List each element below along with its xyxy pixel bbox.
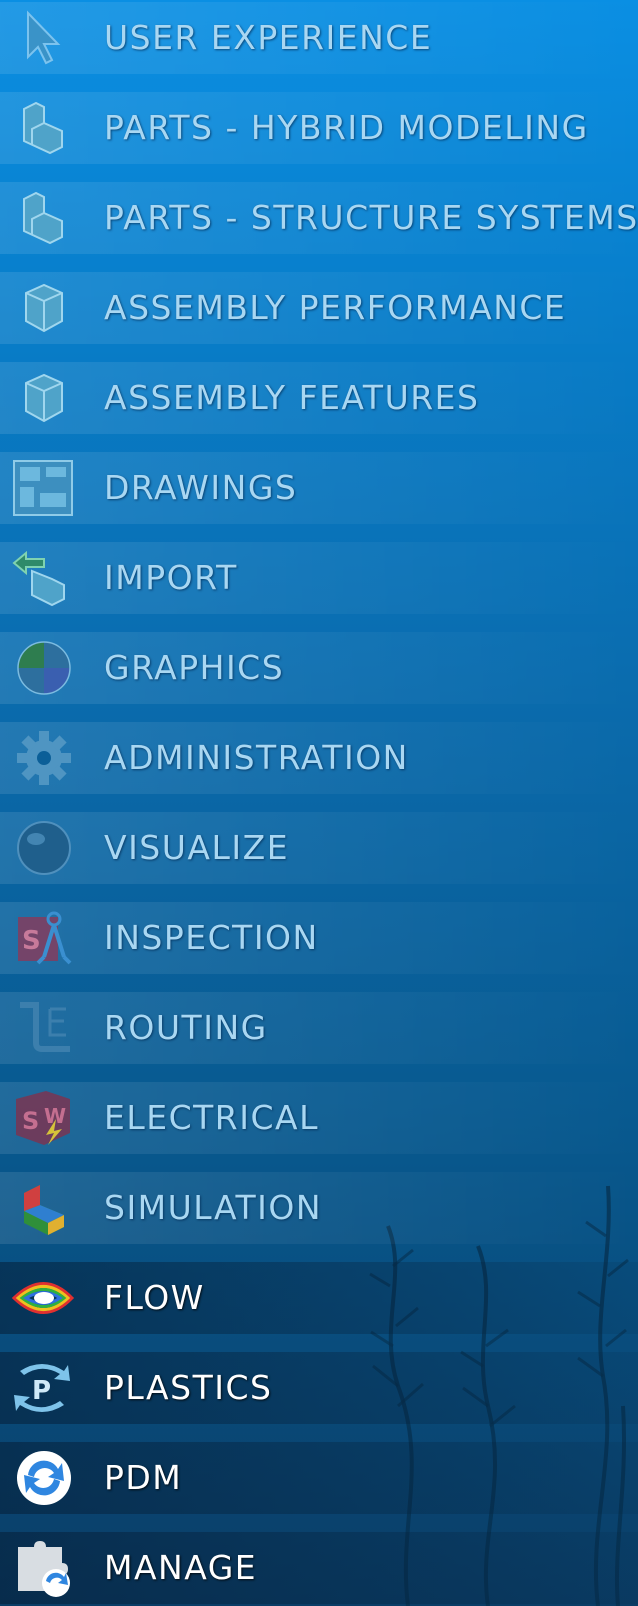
- menu-item-parts-hybrid-modeling[interactable]: PARTS - HYBRID MODELING: [0, 92, 638, 164]
- part-block-icon: [8, 190, 76, 246]
- visualize-sphere-icon: [8, 820, 76, 876]
- menu-item-electrical[interactable]: SW ELECTRICAL: [0, 1082, 638, 1154]
- routing-pipe-icon: [8, 1000, 76, 1056]
- import-arrow-icon: [8, 550, 76, 607]
- svg-text:S: S: [22, 926, 41, 956]
- cursor-arrow-icon: [8, 10, 76, 66]
- menu-item-label: FLOW: [104, 1278, 205, 1317]
- menu-item-label: SIMULATION: [104, 1188, 323, 1227]
- menu-item-plastics[interactable]: P PLASTICS: [0, 1352, 638, 1424]
- product-feature-menu: USER EXPERIENCE PARTS - HYBRID MODELING …: [0, 0, 638, 1606]
- menu-item-label: PDM: [104, 1458, 183, 1497]
- manage-puzzle-icon: [8, 1540, 76, 1597]
- menu-item-pdm[interactable]: PDM: [0, 1442, 638, 1514]
- menu-item-label: PARTS - STRUCTURE SYSTEMS: [104, 198, 638, 237]
- menu-item-label: DRAWINGS: [104, 468, 298, 507]
- menu-item-drawings[interactable]: DRAWINGS: [0, 452, 638, 524]
- menu-item-label: MANAGE: [104, 1548, 258, 1587]
- menu-item-inspection[interactable]: S INSPECTION: [0, 902, 638, 974]
- assembly-cube-icon: [8, 280, 76, 336]
- inspection-caliper-icon: S: [8, 910, 76, 966]
- menu-item-label: IMPORT: [104, 558, 238, 597]
- menu-item-label: ASSEMBLY FEATURES: [104, 378, 480, 417]
- menu-item-parts-structure-systems[interactable]: PARTS - STRUCTURE SYSTEMS: [0, 182, 638, 254]
- svg-text:P: P: [32, 1376, 51, 1406]
- menu-item-import[interactable]: IMPORT: [0, 542, 638, 614]
- svg-text:S: S: [22, 1107, 39, 1135]
- graphics-sphere-icon: [8, 640, 76, 696]
- menu-item-label: ROUTING: [104, 1008, 268, 1047]
- plastics-arrows-icon: P: [8, 1360, 76, 1416]
- flow-eye-icon: [8, 1270, 76, 1326]
- menu-item-visualize[interactable]: VISUALIZE: [0, 812, 638, 884]
- menu-item-label: GRAPHICS: [104, 648, 285, 687]
- drawing-sheet-icon: [8, 460, 76, 516]
- menu-item-label: PARTS - HYBRID MODELING: [104, 108, 589, 147]
- part-block-icon: [8, 100, 76, 156]
- menu-item-label: ELECTRICAL: [104, 1098, 319, 1137]
- menu-item-label: VISUALIZE: [104, 828, 290, 867]
- menu-item-assembly-features[interactable]: ASSEMBLY FEATURES: [0, 362, 638, 434]
- menu-item-label: INSPECTION: [104, 918, 319, 957]
- simulation-part-icon: [8, 1180, 76, 1236]
- menu-item-assembly-performance[interactable]: ASSEMBLY PERFORMANCE: [0, 272, 638, 344]
- electrical-bolt-icon: SW: [8, 1090, 76, 1146]
- assembly-cube-icon: [8, 370, 76, 426]
- menu-item-label: PLASTICS: [104, 1368, 273, 1407]
- menu-item-label: ADMINISTRATION: [104, 738, 409, 777]
- menu-item-administration[interactable]: ADMINISTRATION: [0, 722, 638, 794]
- menu-item-simulation[interactable]: SIMULATION: [0, 1172, 638, 1244]
- gear-icon: [8, 730, 76, 786]
- menu-item-user-experience[interactable]: USER EXPERIENCE: [0, 2, 638, 74]
- menu-item-label: USER EXPERIENCE: [104, 18, 433, 57]
- pdm-sync-icon: [8, 1450, 76, 1506]
- menu-item-manage[interactable]: MANAGE: [0, 1532, 638, 1604]
- menu-item-graphics[interactable]: GRAPHICS: [0, 632, 638, 704]
- menu-item-label: ASSEMBLY PERFORMANCE: [104, 288, 567, 327]
- menu-item-flow[interactable]: FLOW: [0, 1262, 638, 1334]
- menu-item-routing[interactable]: ROUTING: [0, 992, 638, 1064]
